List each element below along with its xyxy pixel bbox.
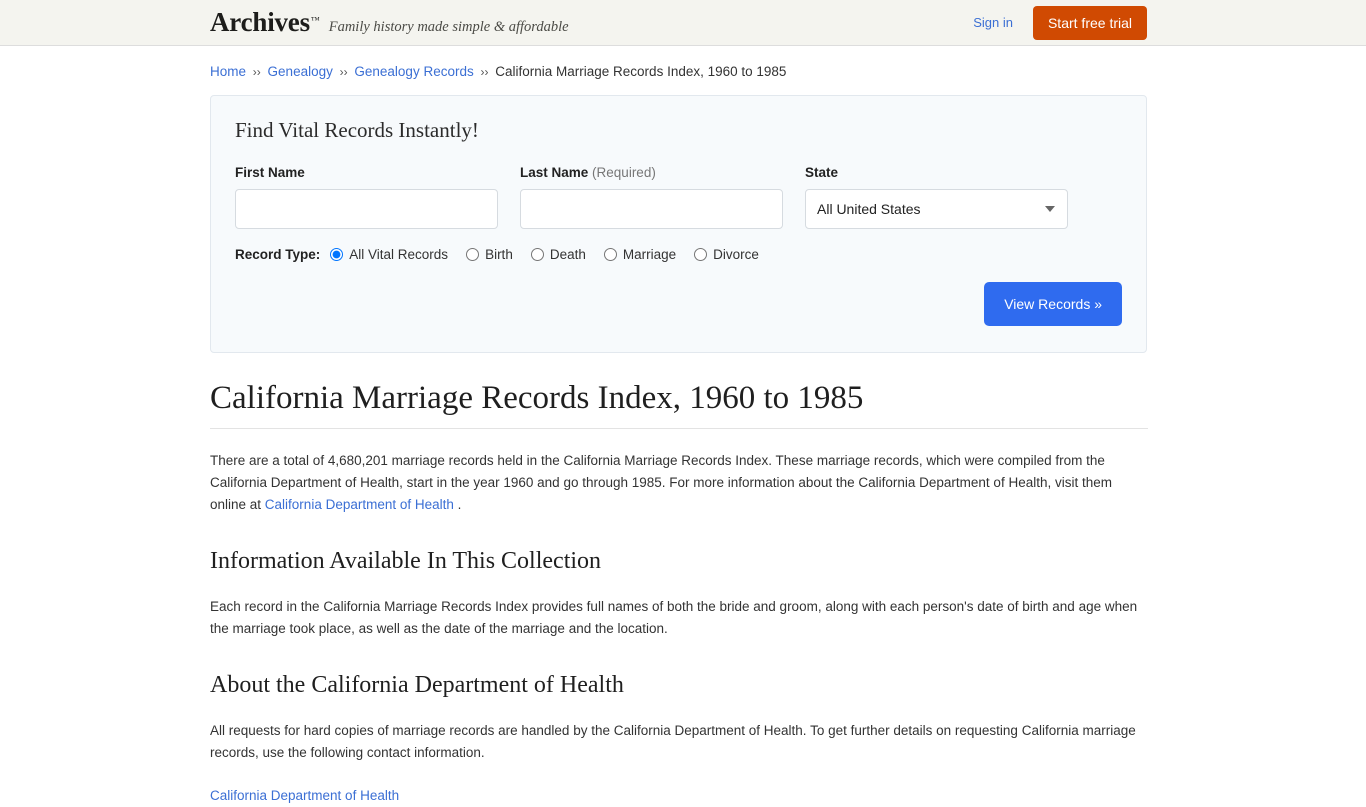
contact-california-department-of-health-link[interactable]: California Department of Health bbox=[210, 788, 399, 803]
california-department-of-health-link[interactable]: California Department of Health bbox=[265, 497, 454, 512]
last-name-label: Last Name (Required) bbox=[520, 165, 783, 180]
submit-row: View Records » bbox=[235, 282, 1122, 326]
radio-death[interactable]: Death bbox=[530, 247, 586, 262]
breadcrumb-item-current: California Marriage Records Index, 1960 … bbox=[495, 64, 787, 79]
first-name-field-group: First Name bbox=[235, 165, 498, 229]
breadcrumb-separator: ›› bbox=[339, 65, 348, 79]
breadcrumb-item-home[interactable]: Home bbox=[210, 64, 246, 79]
start-free-trial-button[interactable]: Start free trial bbox=[1032, 5, 1147, 40]
first-name-input[interactable] bbox=[235, 189, 498, 229]
view-records-button[interactable]: View Records » bbox=[984, 282, 1122, 326]
section-heading-about-department: About the California Department of Healt… bbox=[210, 671, 624, 698]
radio-marriage[interactable]: Marriage bbox=[603, 247, 677, 262]
state-field-group: State All United States bbox=[805, 165, 1068, 229]
site-header: Archives ™ Family history made simple & a… bbox=[0, 0, 1366, 46]
radio-input-all-vital-records[interactable] bbox=[330, 248, 344, 261]
header-actions: Sign in Start free trial bbox=[973, 5, 1147, 40]
breadcrumb: Home ›› Genealogy ›› Genealogy Records ›… bbox=[210, 45, 1148, 79]
breadcrumb-item-genealogy[interactable]: Genealogy bbox=[268, 64, 333, 79]
search-fields-row: First Name Last Name (Required) State Al… bbox=[235, 165, 1122, 229]
brand-name: Archives bbox=[210, 7, 310, 37]
state-select-wrapper: All United States bbox=[805, 189, 1068, 229]
record-type-group: Record Type: All Vital Records Birth Dea… bbox=[235, 247, 1122, 262]
breadcrumb-separator: ›› bbox=[480, 65, 489, 79]
state-label: State bbox=[805, 165, 839, 180]
radio-label-death: Death bbox=[549, 247, 586, 262]
last-name-input[interactable] bbox=[520, 189, 783, 229]
radio-input-death[interactable] bbox=[530, 248, 544, 261]
section-2-paragraph: All requests for hard copies of marriage… bbox=[210, 722, 1136, 760]
radio-label-marriage: Marriage bbox=[622, 247, 677, 262]
last-name-required-note: (Required) bbox=[592, 165, 656, 180]
breadcrumb-separator: ›› bbox=[252, 65, 261, 79]
search-panel-title: Find Vital Records Instantly! bbox=[235, 118, 479, 142]
contact-link-line: California Department of Health bbox=[210, 785, 1148, 807]
breadcrumb-item-genealogy-records[interactable]: Genealogy Records bbox=[354, 64, 473, 79]
radio-input-marriage[interactable] bbox=[603, 248, 617, 261]
brand-logo[interactable]: Archives ™ Family history made simple & a… bbox=[210, 9, 569, 36]
last-name-field-group: Last Name (Required) bbox=[520, 165, 783, 229]
intro-paragraph: There are a total of 4,680,201 marriage … bbox=[210, 450, 1147, 516]
last-name-label-text: Last Name bbox=[520, 165, 589, 180]
record-type-label: Record Type: bbox=[235, 247, 321, 262]
section-heading-information-available: Information Available In This Collection bbox=[210, 547, 602, 574]
radio-label-divorce: Divorce bbox=[713, 247, 759, 262]
state-select[interactable]: All United States bbox=[805, 189, 1068, 229]
brand-tagline: Family history made simple & affordable bbox=[328, 19, 569, 35]
page-title: California Marriage Records Index, 1960 … bbox=[210, 379, 1148, 429]
vital-records-search-panel: Find Vital Records Instantly! First Name… bbox=[210, 95, 1147, 353]
main-content: Home ›› Genealogy ›› Genealogy Records ›… bbox=[210, 45, 1148, 807]
section-1-paragraph: Each record in the California Marriage R… bbox=[210, 598, 1138, 636]
sign-in-link[interactable]: Sign in bbox=[973, 15, 1013, 30]
radio-input-divorce[interactable] bbox=[694, 248, 708, 261]
radio-label-all-vital-records: All Vital Records bbox=[349, 247, 449, 262]
first-name-label: First Name bbox=[235, 165, 305, 180]
radio-input-birth[interactable] bbox=[466, 248, 480, 261]
trademark-symbol: ™ bbox=[310, 15, 320, 25]
radio-all-vital-records[interactable]: All Vital Records bbox=[330, 247, 448, 262]
intro-text-part-2: . bbox=[453, 496, 462, 512]
radio-label-birth: Birth bbox=[485, 247, 513, 262]
radio-divorce[interactable]: Divorce bbox=[694, 247, 759, 262]
radio-birth[interactable]: Birth bbox=[466, 247, 513, 262]
